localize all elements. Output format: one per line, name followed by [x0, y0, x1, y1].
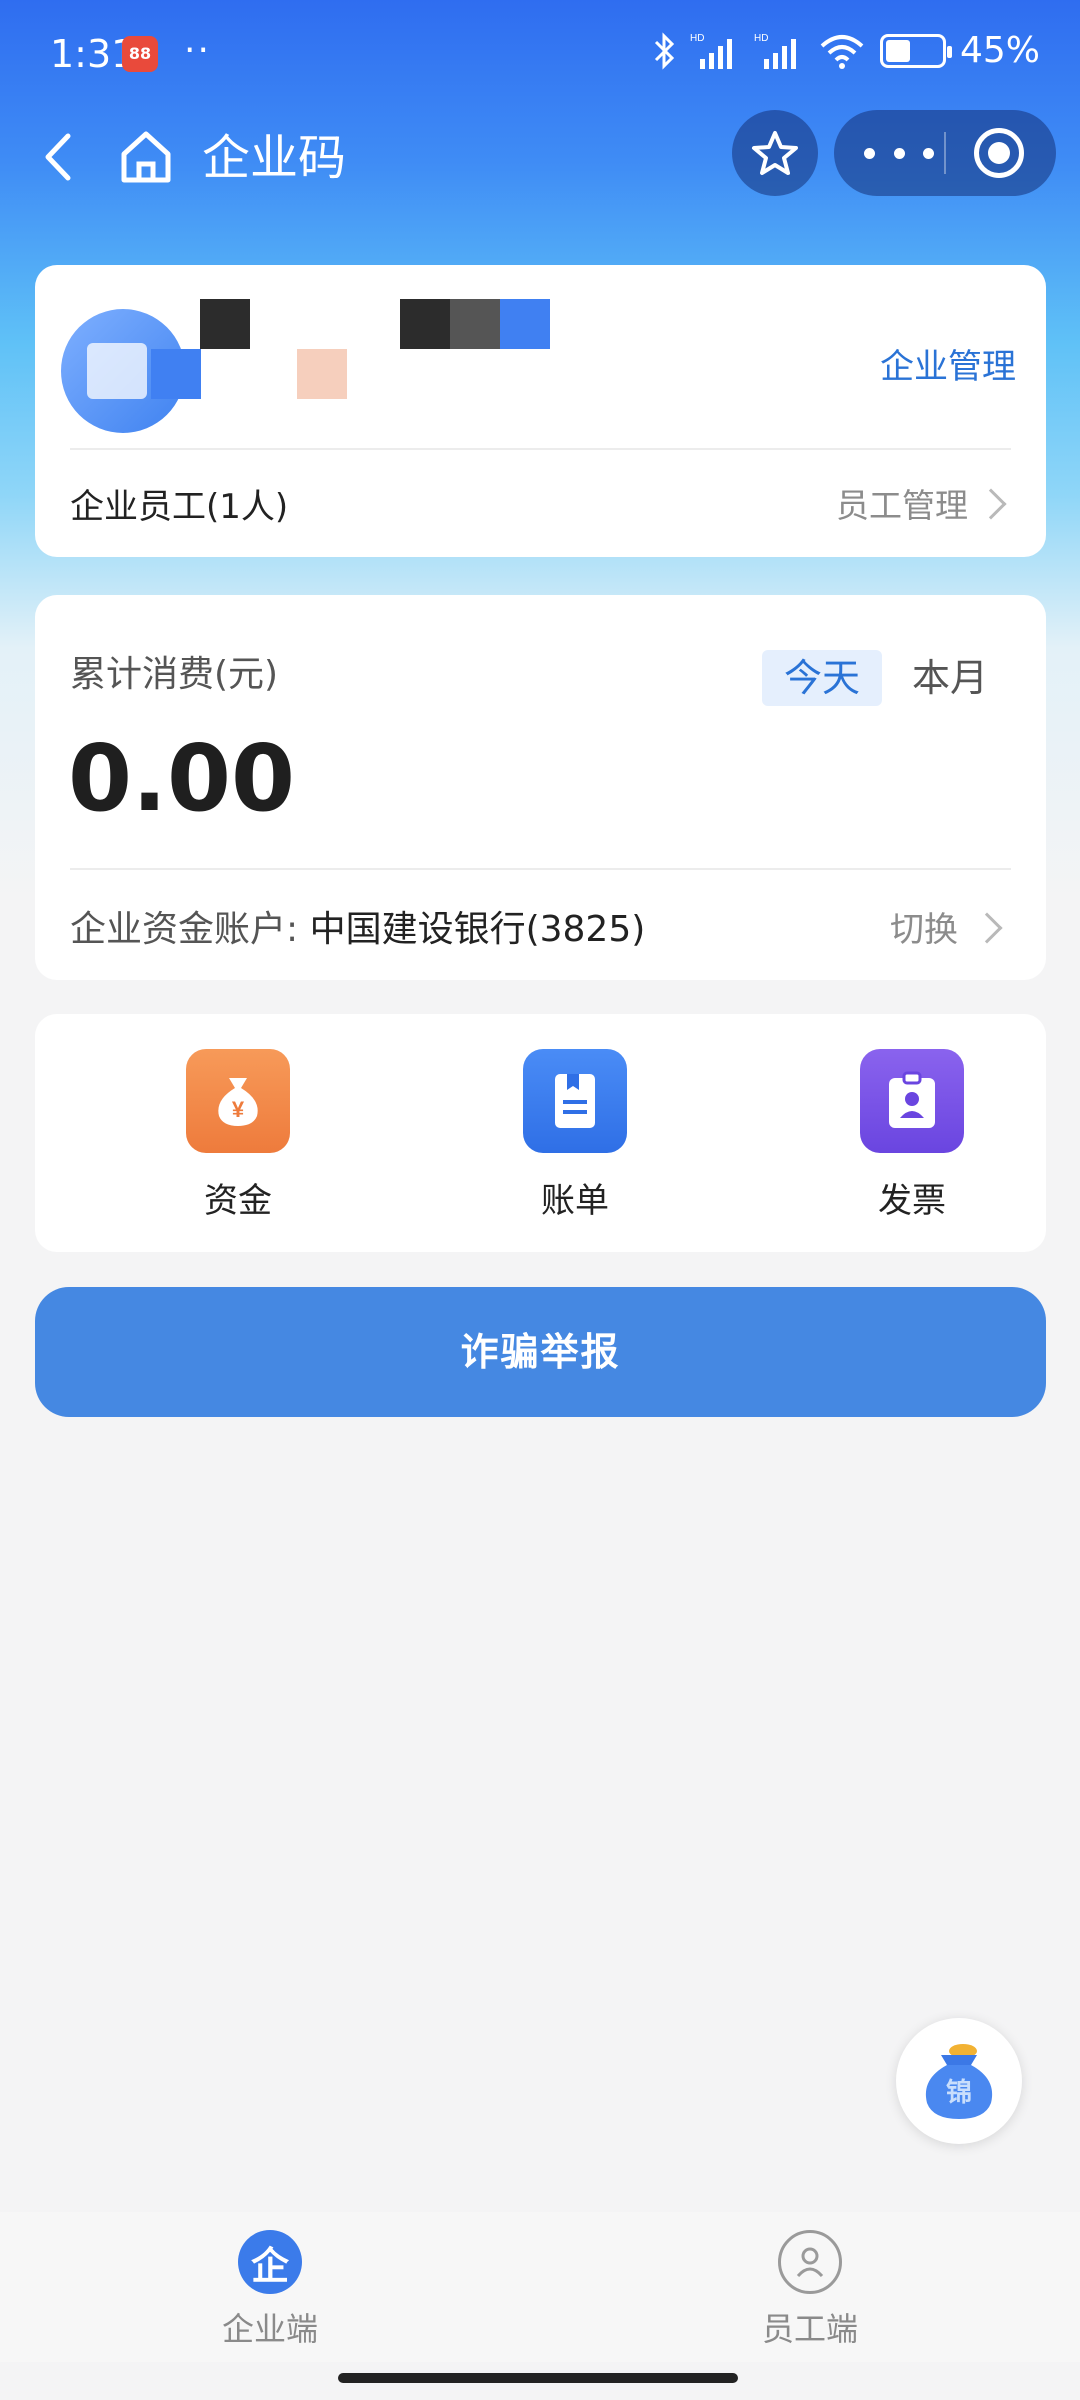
- tab-enterprise[interactable]: 企 企业端: [170, 2230, 370, 2350]
- fund-account-label: 企业资金账户:: [70, 909, 310, 950]
- staff-manage-link[interactable]: 员工管理: [836, 479, 968, 527]
- company-name-redacted: [400, 299, 450, 349]
- tab-staff[interactable]: 员工端: [710, 2230, 910, 2350]
- status-dots: ··: [184, 30, 211, 71]
- bluetooth-icon: [654, 31, 675, 70]
- home-icon[interactable]: [116, 124, 176, 188]
- spending-card: 累计消费(元) 今天 本月 0.00 企业资金账户: 中国建设银行(3825) …: [35, 595, 1046, 980]
- lucky-bag-text: 锦: [946, 2077, 972, 2108]
- invoice-label: 发票: [878, 1181, 946, 1221]
- divider: [70, 868, 1011, 870]
- capsule-divider: [944, 132, 946, 174]
- tab-staff-label: 员工端: [761, 2310, 858, 2348]
- funds-entry[interactable]: ¥ 资金: [138, 1049, 338, 1222]
- fraud-report-button[interactable]: 诈骗举报: [35, 1287, 1046, 1417]
- bill-entry[interactable]: 账单: [475, 1049, 675, 1222]
- mini-program-capsule: [834, 110, 1056, 196]
- funds-label: 资金: [204, 1181, 272, 1221]
- tab-this-month[interactable]: 本月: [890, 650, 1010, 706]
- function-grid: ¥ 资金 账单 发票: [35, 1014, 1046, 1252]
- status-icons: HD HD 45%: [652, 30, 1040, 71]
- wifi-icon: [820, 34, 864, 69]
- fund-account-name: 中国建设银行(3825): [309, 909, 646, 950]
- company-card: 企业管理 企业员工(1人) 员工管理: [35, 265, 1046, 557]
- user-icon: [778, 2230, 842, 2294]
- chevron-right-icon[interactable]: [971, 912, 1003, 944]
- fund-account-row: 企业资金账户: 中国建设银行(3825): [70, 900, 645, 952]
- invoice-entry[interactable]: 发票: [812, 1049, 1012, 1222]
- company-manage-link[interactable]: 企业管理: [880, 339, 1016, 388]
- money-bag-icon: ¥: [186, 1049, 290, 1153]
- navigation-bar: 企业码: [0, 110, 1080, 230]
- hd-signal-icon: HD: [690, 33, 732, 69]
- hd-signal-icon: HD: [754, 33, 796, 69]
- lucky-bag-icon: 锦: [925, 2044, 993, 2119]
- bill-label: 账单: [541, 1181, 609, 1221]
- home-indicator[interactable]: [338, 2373, 738, 2383]
- bill-icon: [523, 1049, 627, 1153]
- divider: [70, 448, 1011, 450]
- cumulative-spend-label: 累计消费(元): [70, 654, 279, 695]
- more-icon[interactable]: [864, 136, 934, 170]
- enterprise-icon: 企: [238, 2230, 302, 2294]
- company-name-redacted: [500, 299, 550, 349]
- company-name-redacted: [200, 299, 250, 349]
- page-title: 企业码: [202, 130, 347, 186]
- staff-count: 企业员工(1人): [70, 487, 289, 527]
- status-bar: 1:31 88 ·· HD HD 45%: [0, 0, 1080, 110]
- invoice-icon: [860, 1049, 964, 1153]
- spend-amount: 0.00: [68, 725, 295, 832]
- svg-text:¥: ¥: [232, 1097, 245, 1122]
- company-name-redacted: [151, 349, 201, 399]
- battery-level: [885, 39, 911, 62]
- favorite-button[interactable]: [732, 110, 818, 196]
- floating-lucky-bag-button[interactable]: 锦: [896, 2018, 1022, 2144]
- period-tabs: 今天 本月: [761, 650, 1010, 706]
- svg-text:HD: HD: [690, 33, 704, 44]
- battery-icon: [879, 33, 952, 68]
- company-name-redacted: [297, 349, 347, 399]
- tab-today[interactable]: 今天: [761, 650, 882, 706]
- battery-percentage: 45%: [959, 30, 1040, 71]
- target-icon[interactable]: [974, 128, 1024, 178]
- chevron-right-icon[interactable]: [975, 488, 1007, 520]
- bottom-tab-bar: 企 企业端 员工端: [0, 2212, 1080, 2362]
- notification-app-icon: 88: [122, 36, 158, 72]
- star-icon: [752, 131, 798, 175]
- svg-text:HD: HD: [754, 33, 768, 44]
- company-name-redacted: [450, 299, 500, 349]
- switch-account-link[interactable]: 切换: [890, 902, 958, 951]
- tab-enterprise-label: 企业端: [221, 2310, 318, 2348]
- back-icon[interactable]: [30, 122, 90, 192]
